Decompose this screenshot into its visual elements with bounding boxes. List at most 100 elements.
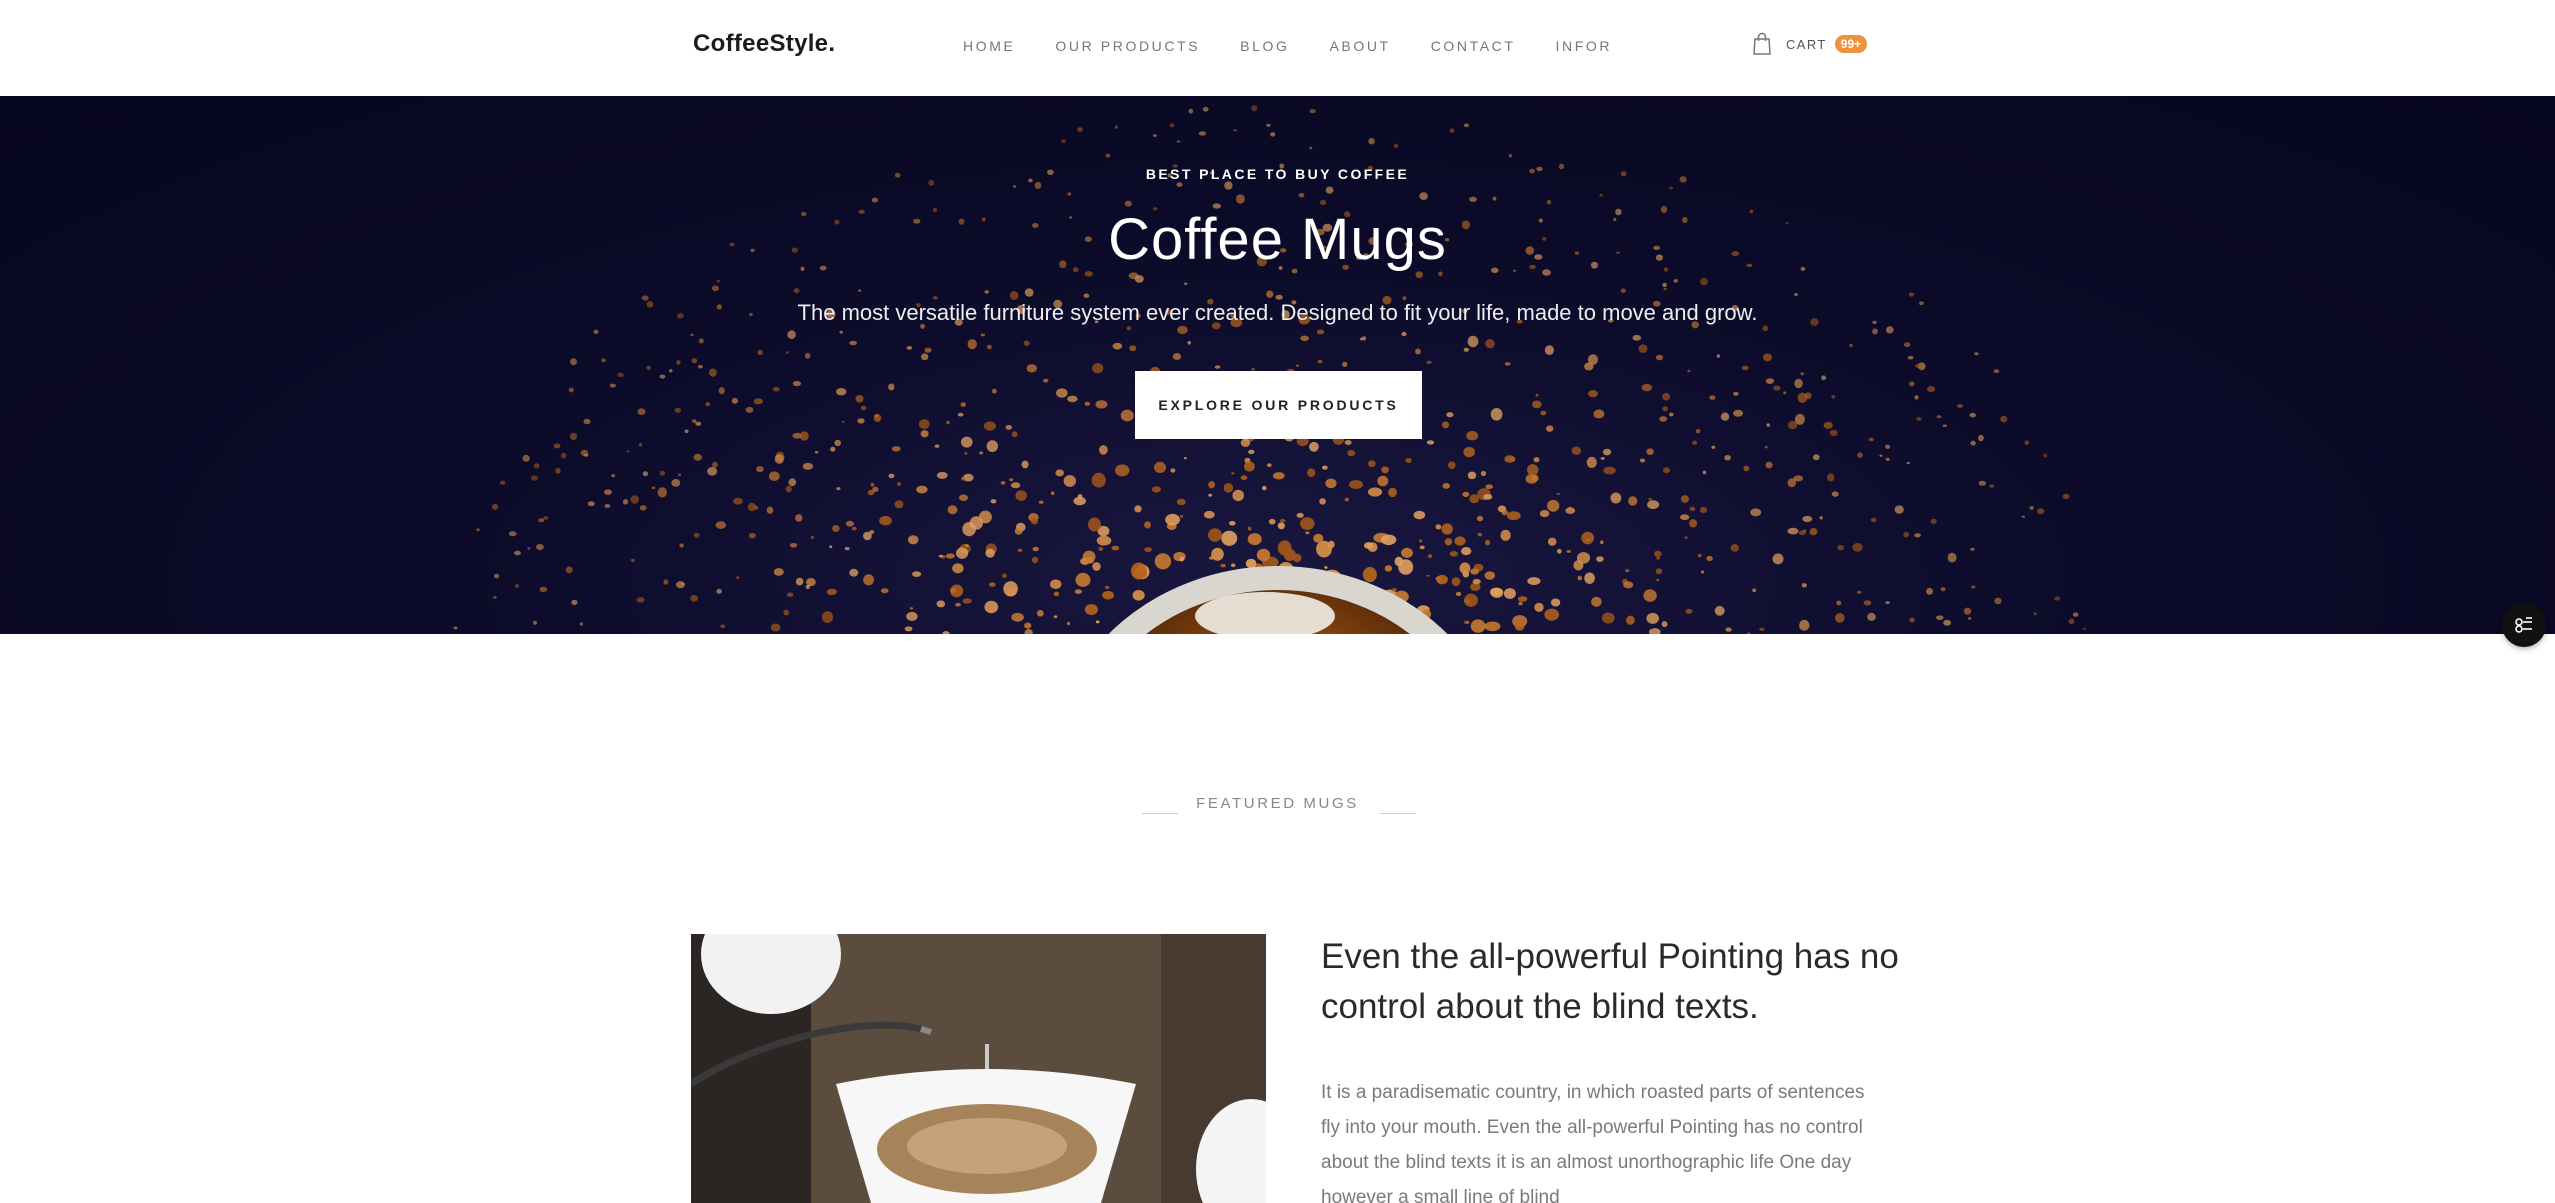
coffee-granule [2072,612,2079,617]
coffee-granule [1661,621,1668,628]
coffee-granule [611,474,615,478]
coffee-granule [1638,344,1648,353]
coffee-granule [1005,425,1013,430]
coffee-granule [1279,519,1286,523]
coffee-granule [1936,615,1944,620]
coffee-granule [1610,492,1622,504]
nav-our-products[interactable]: OUR PRODUCTS [1055,38,1200,54]
coffee-granule [802,462,814,470]
coffee-granule [849,568,859,577]
coffee-granule [1419,192,1428,200]
coffee-granule [1856,590,1862,594]
coffee-granule [593,329,599,334]
coffee-granule [1009,478,1014,482]
coffee-granule [1363,542,1374,549]
cart-link[interactable]: CART 99+ [1752,32,1868,56]
coffee-granule [1534,602,1544,612]
coffee-granule [1476,515,1484,522]
coffee-granule [1344,497,1349,502]
coffee-granule [1073,496,1086,506]
coffee-granule [960,402,966,407]
coffee-granule [1797,392,1808,403]
coffee-granule [1151,486,1161,493]
coffee-granule [1144,521,1151,529]
coffee-granule [676,360,681,365]
coffee-granule [1763,353,1772,362]
coffee-granule [1187,340,1191,345]
coffee-granule [1419,539,1423,543]
coffee-granule [1989,484,1995,488]
coffee-granule [1565,507,1576,514]
top-navbar: CoffeeStyle. HOME OUR PRODUCTS BLOG ABOU… [0,0,2555,96]
coffee-granule [1794,378,1803,389]
settings-toggle-button[interactable] [2502,603,2546,647]
coffee-granule [748,533,756,539]
coffee-granule [1455,591,1462,597]
coffee-granule [1325,186,1334,194]
coffee-granule [1680,514,1690,521]
coffee-granule [2043,453,2048,458]
coffee-granule [1709,395,1716,400]
coffee-granule [731,397,739,404]
coffee-granule [1571,446,1582,455]
coffee-granule [1527,464,1539,476]
coffee-granule [1031,556,1039,564]
nav-about[interactable]: ABOUT [1329,38,1390,54]
coffee-granule [986,344,992,350]
coffee-granule [711,285,719,292]
coffee-granule [1248,449,1255,454]
coffee-granule [1546,425,1554,432]
nav-contact[interactable]: CONTACT [1431,38,1516,54]
coffee-granule [832,525,840,532]
coffee-granule [1936,415,1942,419]
nav-infor[interactable]: INFOR [1556,38,1613,54]
coffee-granule [1508,154,1512,158]
coffee-granule [2029,506,2034,510]
nav-home[interactable]: HOME [963,38,1015,54]
coffee-granule [1684,536,1688,539]
coffee-granule [1179,515,1184,518]
coffee-granule [1626,615,1635,625]
coffee-granule [1277,522,1285,530]
nav-blog[interactable]: BLOG [1240,38,1289,54]
coffee-granule [1384,565,1393,572]
coffee-granule [1837,545,1845,551]
coffee-granule [1885,457,1890,461]
coffee-granule [871,197,879,203]
coffee-granule [715,521,727,529]
coffee-granule [1546,199,1552,205]
coffee-granule [712,461,718,468]
coffee-granule [789,543,798,548]
coffee-granule [1518,601,1523,606]
coffee-granule [1466,430,1479,441]
coffee-granule [1176,182,1183,187]
coffee-granule [1305,531,1310,535]
coffee-granule [1115,464,1130,477]
coffee-granule [1821,375,1827,381]
coffee-granule [1692,440,1698,445]
coffee-granule [1643,589,1657,602]
explore-products-button[interactable]: EXPLORE OUR PRODUCTS [1135,371,1422,439]
coffee-granule [1223,483,1234,493]
coffee-granule [604,504,611,508]
coffee-granule [924,347,932,353]
coffee-granule [1655,568,1663,575]
coffee-granule [1050,491,1055,496]
coffee-granule [1646,448,1654,456]
brand-logo[interactable]: CoffeeStyle. [693,30,835,58]
coffee-granule [1706,555,1713,561]
coffee-granule [1367,487,1383,497]
coffee-granule [857,418,865,424]
coffee-granule [1849,343,1853,348]
coffee-granule [1230,563,1236,568]
coffee-granule [1426,574,1430,577]
coffee-granule [766,506,774,514]
coffee-granule [1134,275,1144,283]
coffee-granule [536,544,544,550]
coffee-granule [1947,552,1957,563]
coffee-granule [1916,417,1922,421]
coffee-granule [841,420,845,423]
hero-title: Coffee Mugs [1108,207,1447,272]
coffee-granule [1600,540,1604,544]
coffee-granule [1566,550,1571,553]
